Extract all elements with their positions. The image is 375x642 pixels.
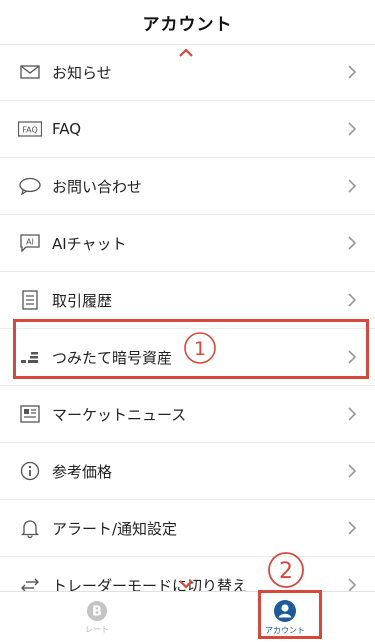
- ai-chat-icon: AI: [18, 233, 42, 253]
- menu-item-label: お問い合わせ: [52, 177, 143, 196]
- menu-item-contact[interactable]: お問い合わせ: [0, 158, 375, 215]
- bitcoin-icon: B: [87, 600, 107, 621]
- tab-rate[interactable]: B レート: [52, 592, 142, 642]
- list-document-icon: [18, 290, 42, 310]
- svg-text:1: 1: [194, 338, 206, 360]
- menu-item-reference-price[interactable]: 参考価格: [0, 443, 375, 500]
- menu-item-ai-chat[interactable]: AI AIチャット: [0, 215, 375, 272]
- chevron-right-icon: [348, 293, 357, 307]
- faq-icon: FAQ: [18, 119, 42, 139]
- menu-item-label: お知らせ: [52, 63, 112, 82]
- chevron-down-icon: [179, 580, 193, 589]
- menu-item-notices[interactable]: お知らせ: [0, 44, 375, 101]
- page-title: アカウント: [142, 14, 233, 35]
- app-header: アカウント: [0, 0, 375, 45]
- annotation-highlight-box-tab: [258, 590, 322, 639]
- annotation-step-2: 2: [268, 552, 304, 588]
- menu-item-label: AIチャット: [52, 234, 127, 253]
- chevron-right-icon: [348, 65, 357, 79]
- svg-text:2: 2: [279, 559, 293, 584]
- chevron-right-icon: [348, 464, 357, 478]
- chat-bubble-icon: [18, 176, 42, 196]
- menu-item-faq[interactable]: FAQ FAQ: [0, 101, 375, 158]
- svg-text:FAQ: FAQ: [22, 126, 38, 135]
- chevron-right-icon: [348, 407, 357, 421]
- chevron-right-icon: [348, 236, 357, 250]
- menu-item-label: マーケットニュース: [52, 405, 187, 424]
- tab-rate-label: レート: [85, 624, 109, 634]
- menu-item-label: FAQ: [52, 120, 82, 138]
- menu-item-label: 参考価格: [52, 462, 113, 481]
- chevron-right-icon: [348, 179, 357, 193]
- mail-icon: [18, 62, 42, 82]
- menu-item-label: 取引履歴: [52, 291, 113, 310]
- annotation-step-1: 1: [184, 332, 216, 364]
- bell-icon: [18, 518, 42, 538]
- chevron-right-icon: [348, 122, 357, 136]
- svg-text:AI: AI: [26, 238, 34, 247]
- menu-item-alert-settings[interactable]: アラート/通知設定: [0, 500, 375, 557]
- news-icon: [18, 404, 42, 424]
- chevron-right-icon: [348, 521, 357, 535]
- menu-item-market-news[interactable]: マーケットニュース: [0, 386, 375, 443]
- info-icon: [18, 461, 42, 481]
- menu-item-label: アラート/通知設定: [52, 519, 178, 538]
- svg-text:B: B: [92, 604, 102, 619]
